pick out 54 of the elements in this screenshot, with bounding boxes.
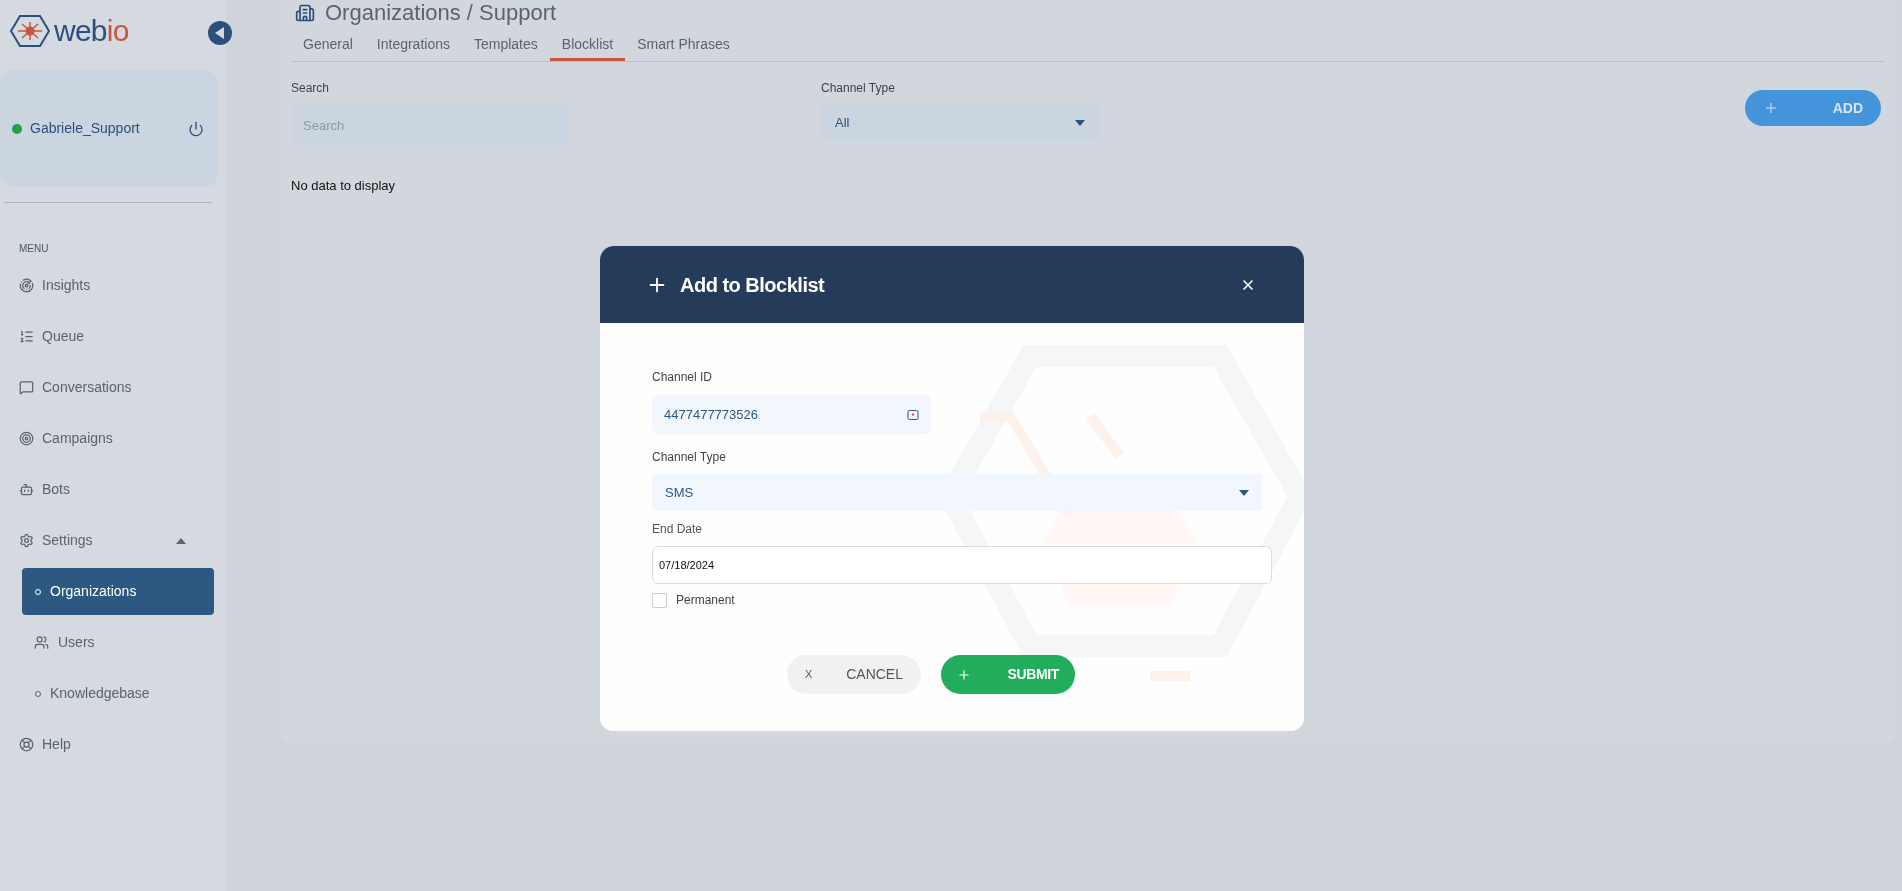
tab[interactable]: Smart Phrases — [625, 30, 742, 61]
submenu-item[interactable]: Knowledgebase — [22, 670, 214, 717]
submit-button[interactable]: SUBMIT — [941, 655, 1075, 694]
channel-id-field[interactable]: 4477477773526 — [652, 395, 931, 434]
channel-type-select[interactable]: All — [821, 105, 1099, 141]
logo-text: webio — [54, 16, 129, 46]
triangle-left-icon — [215, 27, 225, 39]
plus-icon — [1763, 100, 1779, 116]
caret-down-icon — [1075, 120, 1085, 126]
building-icon — [295, 2, 315, 24]
caret-down-icon — [1239, 489, 1249, 496]
lifebuoy-icon — [19, 737, 34, 752]
modal-title: Add to Blocklist — [680, 272, 825, 298]
page-title: Organizations / Support — [325, 2, 557, 24]
user-name: Gabriele_Support — [30, 119, 140, 138]
permanent-label: Permanent — [676, 592, 735, 609]
menu-item[interactable]: Settings — [0, 515, 226, 566]
search-field[interactable]: Search — [291, 105, 569, 145]
robot-icon — [19, 482, 34, 497]
menu-item[interactable]: Insights — [0, 260, 226, 311]
menu-item[interactable]: Help — [0, 719, 226, 770]
caret-up-icon[interactable] — [176, 537, 186, 544]
logo-icon — [10, 14, 50, 48]
power-icon[interactable] — [188, 120, 204, 137]
menu-item[interactable]: Campaigns — [0, 413, 226, 464]
radar-icon — [19, 278, 34, 293]
list-icon — [19, 329, 34, 344]
add-button[interactable]: ADD — [1745, 90, 1881, 126]
end-date-field[interactable]: 07/18/2024 — [652, 546, 1272, 584]
tab[interactable]: Blocklist — [549, 30, 626, 61]
contact-card-icon — [907, 408, 919, 421]
submenu-item[interactable]: Users — [22, 619, 214, 666]
field-label: Channel Type — [652, 449, 726, 466]
collapse-button[interactable] — [208, 21, 232, 45]
channel-type-select[interactable]: SMS — [652, 474, 1262, 511]
tab[interactable]: General — [291, 30, 365, 61]
menu-label: MENU — [19, 242, 49, 256]
gear-icon — [19, 533, 34, 548]
field-label: End Date — [652, 521, 703, 538]
search-label: Search — [291, 80, 330, 97]
tab[interactable]: Templates — [462, 30, 550, 61]
tab[interactable]: Integrations — [364, 30, 462, 61]
chat-bubble-icon — [19, 380, 34, 395]
channel-type-label: Channel Type — [821, 80, 895, 97]
menu-item[interactable]: Queue — [0, 311, 226, 362]
field-label: Channel ID — [652, 369, 713, 386]
empty-message: No data to display — [291, 177, 396, 195]
menu-item[interactable]: Conversations — [0, 362, 226, 413]
target-icon — [19, 431, 34, 446]
cancel-button[interactable]: X CANCEL — [787, 655, 921, 694]
submenu-item[interactable]: Organizations — [22, 568, 214, 615]
users-icon — [34, 635, 49, 650]
plus-icon — [957, 667, 971, 682]
menu-item[interactable]: Bots — [0, 464, 226, 515]
